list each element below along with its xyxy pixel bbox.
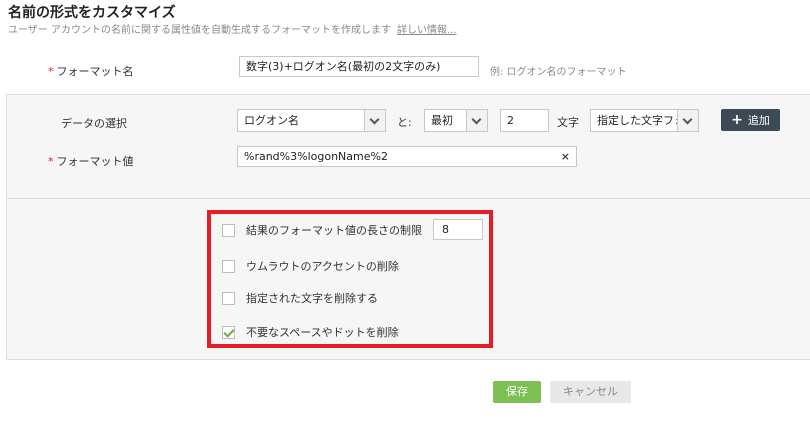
required-star: * bbox=[48, 155, 54, 168]
attribute-select-value: ログオン名 bbox=[244, 114, 299, 127]
position-select[interactable]: 最初 bbox=[424, 109, 488, 132]
format-name-input[interactable]: 数字(3)+ログオン名(最初の2文字のみ) bbox=[239, 56, 479, 77]
option-label: 指定された文字を削除する bbox=[246, 292, 378, 305]
option-label: 不要なスペースやドットを削除 bbox=[246, 326, 399, 339]
clear-icon[interactable]: × bbox=[561, 147, 570, 166]
option-label: ウムラウトのアクセントの削除 bbox=[246, 260, 399, 273]
checkbox[interactable] bbox=[222, 259, 235, 273]
cancel-button[interactable]: キャンセル bbox=[550, 381, 631, 403]
attribute-select[interactable]: ログオン名 bbox=[237, 109, 386, 132]
format-name-example: 例: ログオン名のフォーマット bbox=[490, 67, 627, 78]
plus-icon: + bbox=[731, 112, 743, 128]
page-subtitle: ユーザー アカウントの名前に関する属性値を自動生成するフォーマットを作成します詳… bbox=[8, 21, 457, 36]
format-value-label-text: フォーマット値 bbox=[56, 155, 134, 168]
panel-divider bbox=[6, 198, 810, 199]
checkbox-checked[interactable] bbox=[222, 325, 235, 339]
save-button[interactable]: 保存 bbox=[493, 381, 541, 403]
chars-label: 文字 bbox=[557, 116, 579, 129]
checkbox[interactable] bbox=[222, 291, 235, 305]
format-value-input[interactable]: %rand%3%logonName%2 × bbox=[237, 146, 577, 167]
format-value-label: * フォーマット値 bbox=[48, 153, 134, 169]
position-select-value: 最初 bbox=[431, 114, 453, 127]
page-title: 名前の形式をカスタマイズ bbox=[8, 5, 176, 21]
option-length-limit[interactable]: 結果のフォーマット値の長さの制限 bbox=[222, 221, 422, 239]
option-remove-spaces[interactable]: 不要なスペースやドットを削除 bbox=[222, 323, 399, 341]
format-name-label-text: フォーマット名 bbox=[56, 65, 134, 78]
add-button[interactable]: + 追加 bbox=[721, 109, 780, 131]
checkbox[interactable] bbox=[222, 223, 235, 237]
mode-select-value: 指定した文字フォ bbox=[597, 114, 685, 127]
length-limit-input[interactable]: 8 bbox=[433, 219, 483, 240]
option-remove-umlaut[interactable]: ウムラウトのアクセントの削除 bbox=[222, 257, 399, 275]
required-star: * bbox=[48, 65, 54, 78]
chevron-down-icon bbox=[364, 110, 385, 131]
chevron-down-icon bbox=[466, 110, 487, 131]
add-button-label: 追加 bbox=[747, 114, 770, 127]
option-label: 結果のフォーマット値の長さの制限 bbox=[246, 224, 422, 237]
mode-select[interactable]: 指定した文字フォ bbox=[590, 109, 699, 132]
and-label: と: bbox=[397, 116, 412, 129]
subtitle-text: ユーザー アカウントの名前に関する属性値を自動生成するフォーマットを作成します bbox=[8, 25, 391, 36]
data-selection-label: データの選択 bbox=[61, 117, 127, 130]
chevron-down-icon bbox=[677, 110, 698, 131]
char-count-input[interactable]: 2 bbox=[500, 109, 549, 132]
details-link[interactable]: 詳しい情報... bbox=[397, 25, 457, 36]
format-name-label: * フォーマット名 bbox=[48, 63, 134, 79]
format-value-text: %rand%3%logonName%2 bbox=[244, 150, 388, 163]
option-remove-chars[interactable]: 指定された文字を削除する bbox=[222, 289, 378, 307]
